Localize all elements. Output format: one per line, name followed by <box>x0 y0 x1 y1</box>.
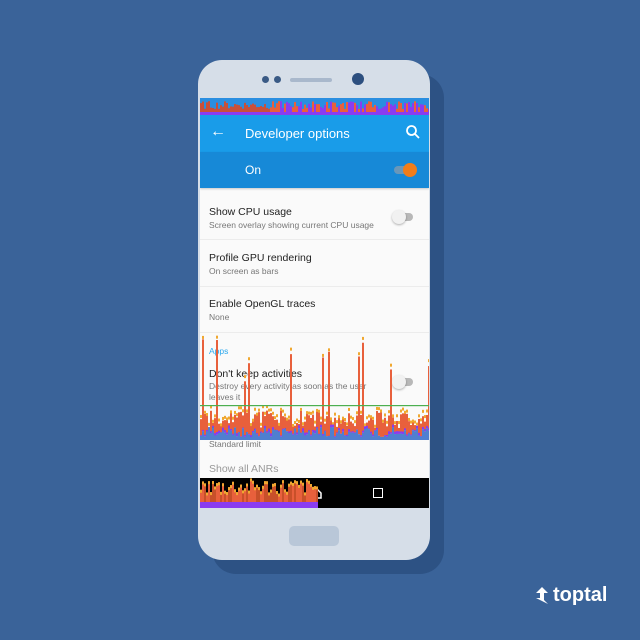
setting-enable-opengl-traces[interactable]: Enable OpenGL traces None <box>200 287 429 333</box>
master-switch-label: On <box>245 163 262 177</box>
gpu-bar-top <box>392 414 394 418</box>
setting-background-process-limit[interactable]: Background process limit Standard limit <box>200 418 429 460</box>
setting-title: Enable OpenGL traces <box>209 298 316 310</box>
phone: ← Developer options On Show CPU usage Sc… <box>198 60 430 560</box>
page-title: Developer options <box>245 126 350 141</box>
toptal-logo: toptal <box>534 584 607 607</box>
gpu-bar-top <box>256 412 258 416</box>
setting-dont-keep-activities[interactable]: Don't keep activities Destroy every acti… <box>200 360 429 408</box>
setting-show-cpu-usage[interactable]: Show CPU usage Screen overlay showing cu… <box>200 198 429 240</box>
sensor-dot <box>262 76 269 83</box>
setting-subtitle: Destroy every activity as soon as the us… <box>209 381 367 402</box>
recent-apps-icon[interactable] <box>373 488 383 498</box>
gpu-bar-top <box>268 408 270 412</box>
setting-subtitle: Screen overlay showing current CPU usage <box>209 220 374 230</box>
gpu-bar-top <box>406 409 408 413</box>
speaker <box>290 78 332 82</box>
gpu-bar-top <box>270 408 272 412</box>
gpu-bar-top <box>246 409 248 413</box>
gpu-bar-top <box>300 407 302 411</box>
section-header-apps: Apps <box>209 346 229 356</box>
setting-subtitle: Standard limit <box>209 439 261 449</box>
gpu-bar-top <box>422 409 424 413</box>
gpu-bar-top <box>254 407 256 411</box>
gpu-bar-top <box>276 414 278 418</box>
gpu-bar-top <box>258 408 260 412</box>
gpu-bar-top <box>214 414 216 418</box>
gpu-bar-top <box>204 410 206 414</box>
gpu-bar-top <box>326 411 328 415</box>
gpu-bar-top <box>206 413 208 417</box>
gpu-bar-top <box>242 409 244 413</box>
toolbar: ← Developer options <box>200 115 429 152</box>
gpu-bar-top <box>230 410 232 414</box>
setting-profile-gpu-rendering[interactable]: Profile GPU rendering On screen as bars <box>200 240 429 287</box>
gpu-bar-top <box>388 410 390 414</box>
gpu-bar-top <box>318 409 320 413</box>
gpu-bar-top <box>402 407 404 411</box>
gpu-bar-top <box>280 407 282 411</box>
master-switch-bar[interactable]: On <box>200 152 429 188</box>
home-icon[interactable] <box>309 486 323 500</box>
gpu-bar-top <box>322 353 324 357</box>
gpu-bar-top <box>264 411 266 415</box>
setting-subtitle: None <box>209 312 230 322</box>
gpu-bar-top <box>316 408 318 412</box>
camera <box>352 73 364 85</box>
screen: ← Developer options On Show CPU usage Sc… <box>200 98 429 508</box>
gpu-bar-top <box>348 407 350 411</box>
status-bar <box>200 98 429 115</box>
home-button[interactable] <box>289 526 339 546</box>
gpu-bar-top <box>396 414 398 418</box>
setting-show-all-anrs[interactable]: Show all ANRs <box>200 460 429 478</box>
gpu-bar-top <box>362 336 364 340</box>
gpu-bar-top <box>360 410 362 414</box>
toptal-mark-icon <box>536 586 548 604</box>
gpu-bar-top <box>216 335 218 339</box>
dont-keep-activities-toggle[interactable] <box>392 375 413 389</box>
sensor-dot <box>274 76 281 83</box>
master-toggle[interactable] <box>394 163 417 177</box>
gpu-bar-top <box>310 411 312 415</box>
gpu-bar-top <box>400 409 402 413</box>
gpu-bar-top <box>234 410 236 414</box>
setting-subtitle: On screen as bars <box>209 266 279 276</box>
arrow-left-icon[interactable]: ← <box>210 123 226 141</box>
gpu-bar-top <box>418 414 420 418</box>
gpu-bar-top <box>312 410 314 414</box>
gpu-bar-top <box>290 347 292 351</box>
gpu-bar-top <box>426 409 428 413</box>
gpu-bar-top <box>306 411 308 415</box>
gpu-bar-top <box>236 413 238 417</box>
cpu-usage-toggle[interactable] <box>392 210 413 224</box>
gpu-bar-top <box>328 348 330 352</box>
setting-title: Profile GPU rendering <box>209 252 312 264</box>
gpu-bar-top <box>404 410 406 414</box>
setting-title: Show CPU usage <box>209 206 292 218</box>
gpu-bar-top <box>282 409 284 413</box>
setting-title: Background process limit <box>209 425 327 437</box>
gpu-bar-top <box>356 411 358 415</box>
brand-name: toptal <box>553 584 608 606</box>
gpu-bar-top <box>308 411 310 415</box>
search-icon[interactable] <box>405 124 421 140</box>
navigation-bar <box>200 478 429 508</box>
gpu-bar-top <box>358 352 360 356</box>
gpu-bar-top <box>380 409 382 413</box>
setting-title: Show all ANRs <box>209 463 279 475</box>
gpu-bar-top <box>272 411 274 415</box>
gpu-bar-top <box>334 412 336 416</box>
gpu-bar-top <box>284 413 286 417</box>
setting-title: Don't keep activities <box>209 368 303 380</box>
gpu-bar-top <box>202 335 204 339</box>
gpu-bar-top <box>384 413 386 417</box>
